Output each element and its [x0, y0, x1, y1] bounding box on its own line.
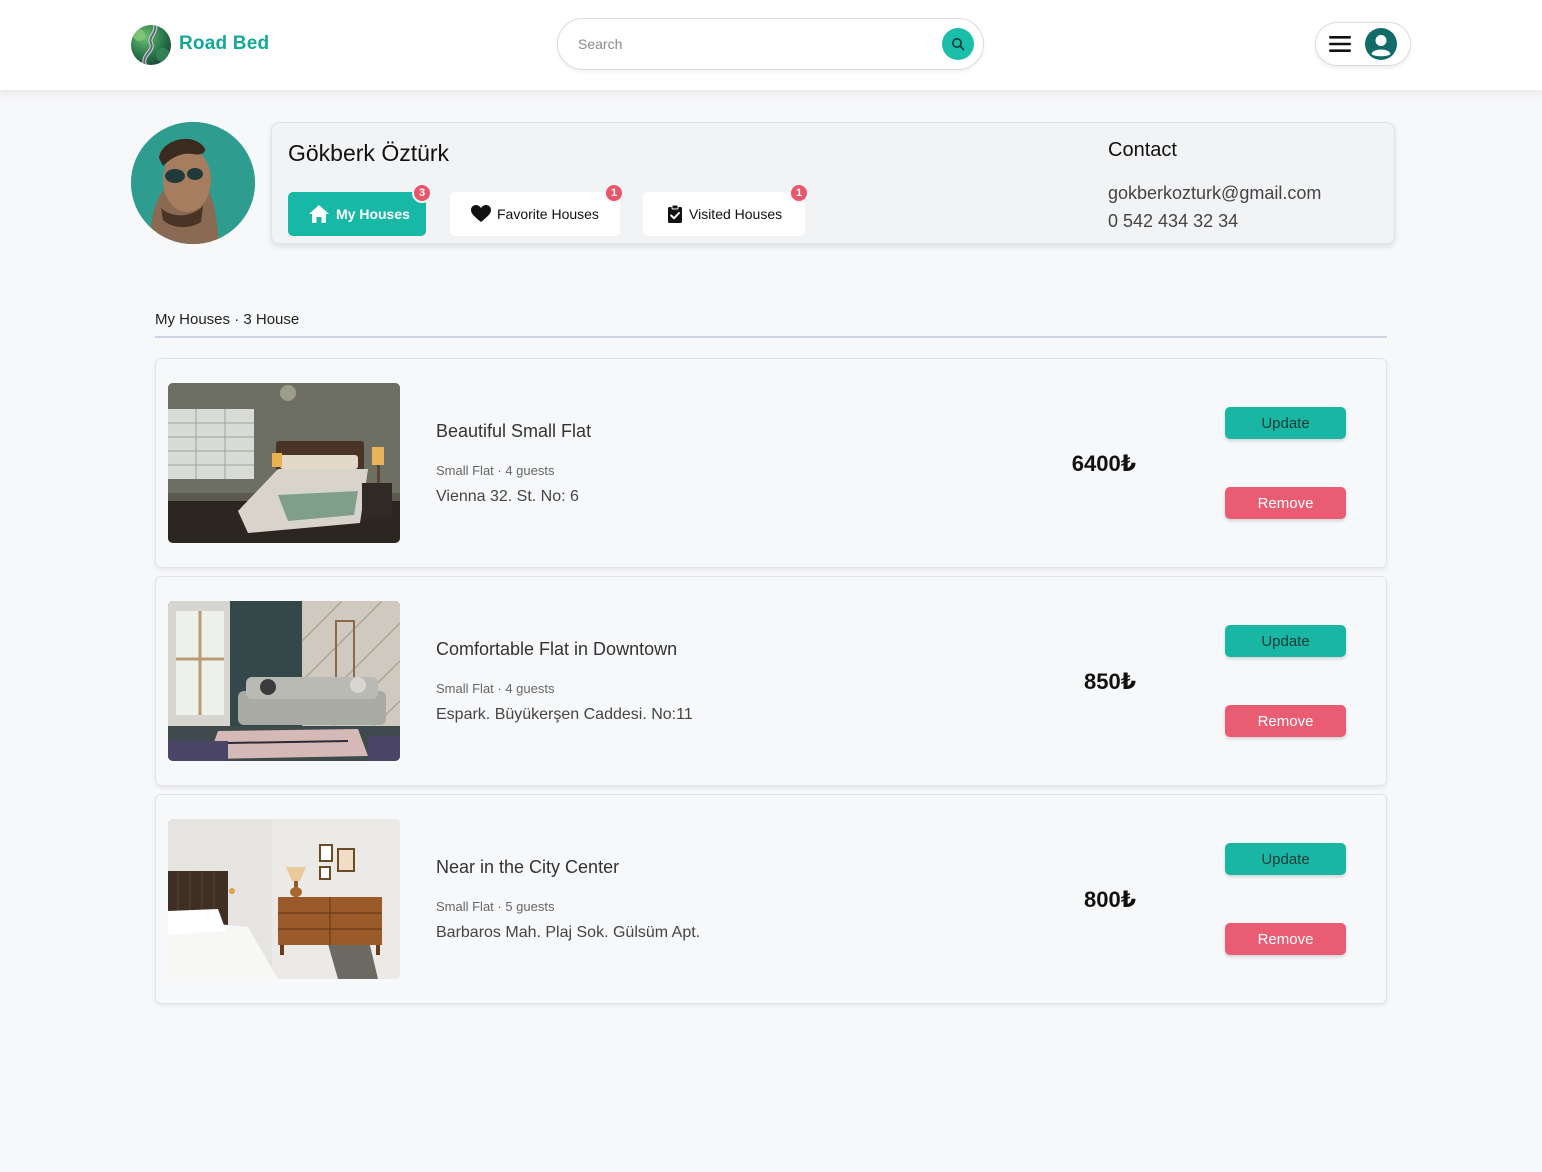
tab-visited-houses-label: Visited Houses: [689, 206, 783, 222]
section-divider: [155, 336, 1387, 338]
house-meta: Small Flat · 4 guests: [436, 463, 555, 478]
clipboard-check-icon: [668, 204, 682, 223]
house-meta: Small Flat · 4 guests: [436, 681, 555, 696]
my-houses-count-badge: 3: [412, 183, 432, 203]
top-navigation-bar: Road Bed: [0, 0, 1542, 90]
profile-name: Gökberk Öztürk: [288, 140, 450, 166]
heart-icon: [471, 205, 491, 222]
house-title[interactable]: Near in the City Center: [436, 857, 619, 878]
section-heading: My Houses · 3 House: [155, 311, 300, 328]
road-logo-icon: [133, 25, 170, 65]
contact-phone[interactable]: 0 542 434 32 34: [1108, 211, 1238, 232]
house-price: 800₺: [1083, 887, 1136, 912]
house-price: 6400₺: [1071, 451, 1136, 476]
living-room-photo: [168, 601, 400, 761]
remove-button[interactable]: Remove: [1225, 923, 1346, 955]
profile-photo: [131, 122, 255, 244]
contact-heading: Contact: [1108, 139, 1177, 161]
search-input[interactable]: [578, 33, 918, 55]
house-address: Vienna 32. St. No: 6: [436, 488, 579, 505]
tab-visited-houses[interactable]: Visited Houses 1: [643, 183, 809, 236]
house-address: Espark. Büyükerşen Caddesi. No:11: [436, 706, 693, 723]
remove-button[interactable]: Remove: [1225, 487, 1346, 519]
update-button[interactable]: Update: [1225, 625, 1346, 657]
house-address: Barbaros Mah. Plaj Sok. Gülsüm Apt.: [436, 924, 701, 941]
house-title[interactable]: Comfortable Flat in Downtown: [436, 639, 677, 660]
house-meta: Small Flat · 5 guests: [436, 899, 555, 914]
home-icon: [309, 205, 329, 223]
remove-button[interactable]: Remove: [1225, 705, 1346, 737]
house-title[interactable]: Beautiful Small Flat: [436, 421, 591, 442]
bedroom-photo: [168, 383, 400, 543]
tab-my-houses-label: My Houses: [336, 206, 410, 222]
brand-name[interactable]: Road Bed: [179, 33, 269, 55]
user-avatar-icon: [1365, 28, 1397, 60]
search-button[interactable]: [942, 28, 974, 60]
update-button[interactable]: Update: [1225, 407, 1346, 439]
visited-houses-count-badge: 1: [789, 183, 809, 203]
profile-avatar-image: [131, 122, 255, 244]
search-icon: [952, 38, 965, 51]
update-button[interactable]: Update: [1225, 843, 1346, 875]
user-menu-button[interactable]: [1315, 22, 1411, 66]
tab-favorite-houses-label: Favorite Houses: [497, 206, 599, 222]
brand-logo[interactable]: [131, 25, 171, 65]
tab-favorite-houses[interactable]: Favorite Houses 1: [450, 183, 624, 236]
tab-my-houses[interactable]: My Houses 3: [288, 183, 432, 236]
contact-email[interactable]: gokberkozturk@gmail.com: [1108, 183, 1321, 204]
favorite-houses-count-badge: 1: [604, 183, 624, 203]
house-card: Comfortable Flat in Downtown Small Flat …: [155, 576, 1387, 786]
hamburger-menu-icon: [1329, 36, 1351, 52]
search-bar: [557, 18, 984, 70]
house-card: Near in the City Center Small Flat · 5 g…: [155, 794, 1387, 1004]
house-photo[interactable]: [168, 383, 400, 543]
house-price: 850₺: [1083, 669, 1136, 694]
profile-card: Gökberk Öztürk My Houses 3 Favorite Hous…: [271, 122, 1395, 244]
bedroom-dresser-photo: [168, 819, 400, 979]
house-photo[interactable]: [168, 601, 400, 761]
house-photo[interactable]: [168, 819, 400, 979]
house-card: Beautiful Small Flat Small Flat · 4 gues…: [155, 358, 1387, 568]
